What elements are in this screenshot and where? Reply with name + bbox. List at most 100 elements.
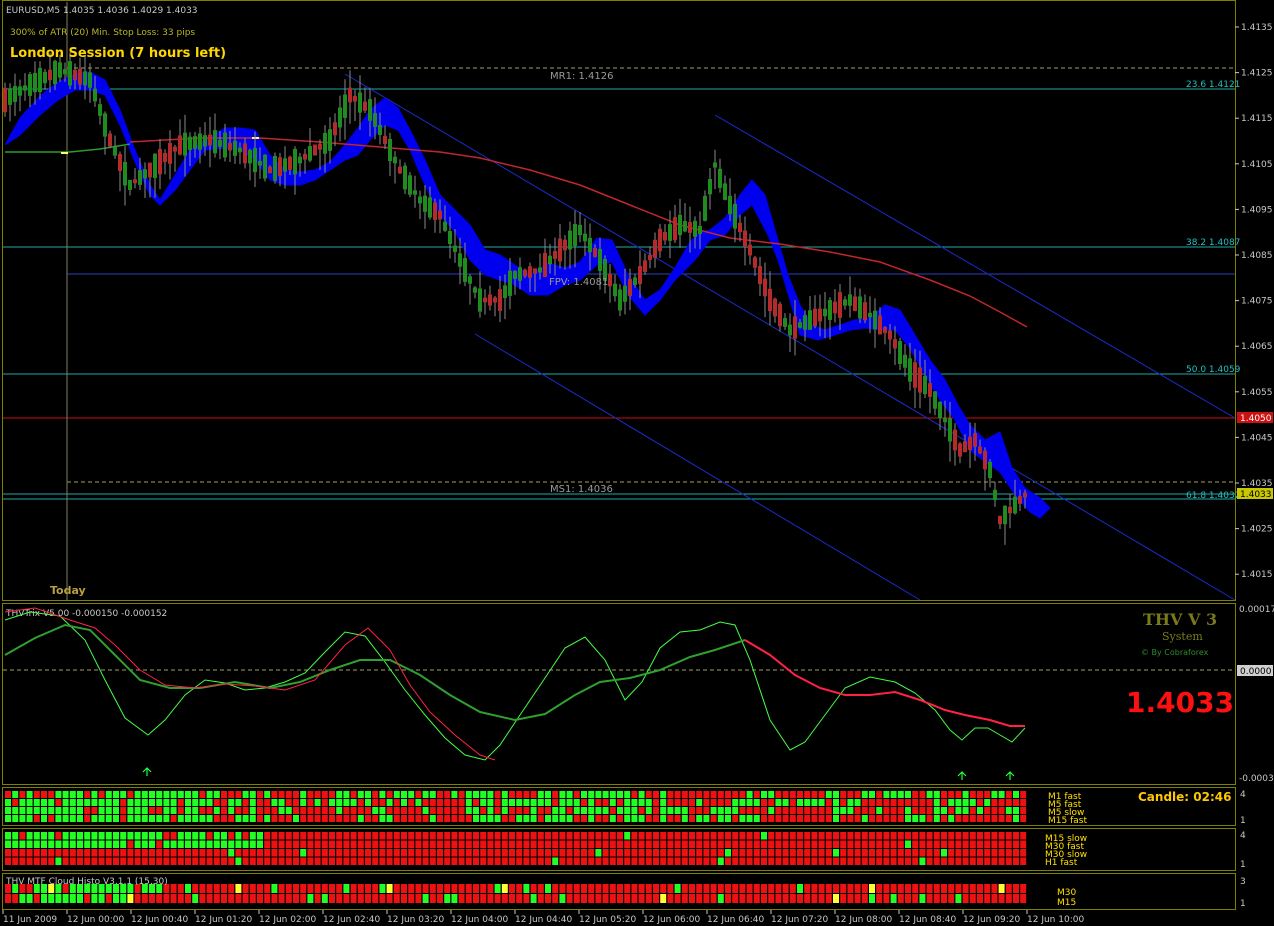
matrix-cell [1005, 807, 1012, 814]
matrix-cell [257, 857, 263, 865]
candle-body [63, 69, 67, 75]
matrix-cell [933, 840, 940, 848]
matrix-cell [170, 857, 177, 865]
matrix-cell [897, 815, 904, 822]
matrix-cell [213, 894, 220, 903]
matrix-cell [955, 884, 962, 893]
matrix-cell [393, 815, 400, 822]
matrix-cell [854, 799, 861, 806]
matrix-cell [962, 807, 969, 814]
matrix-cell [797, 857, 803, 865]
matrix-cell [55, 894, 62, 903]
matrix-cell [408, 849, 415, 857]
matrix-cell [761, 799, 767, 806]
matrix-cell [422, 849, 429, 857]
matrix-1-axis-bottom: 1 [1240, 816, 1246, 826]
matrix-cell [206, 840, 213, 848]
matrix-cell [213, 807, 220, 814]
matrix-cell [537, 807, 544, 814]
matrix-cell [602, 884, 609, 893]
matrix-cell [818, 832, 825, 840]
candle-body [493, 297, 497, 303]
matrix-cell [775, 791, 782, 798]
matrix-cell [372, 807, 379, 814]
matrix-cell [84, 832, 91, 840]
trading-chart[interactable]: 1.41351.41251.41151.41051.40951.40851.40… [0, 0, 1274, 926]
matrix-cell [185, 807, 191, 814]
matrix-cell [422, 799, 429, 806]
candle-body [648, 254, 652, 261]
candle-body [883, 327, 887, 333]
brand-subtitle: System [1162, 630, 1203, 643]
time-tick-label: 12 Jun 01:20 [195, 915, 252, 925]
matrix-cell [487, 884, 494, 893]
matrix-cell [890, 791, 897, 798]
matrix-cell [501, 799, 508, 806]
candle-body [113, 146, 117, 156]
matrix-cell [941, 840, 947, 848]
matrix-cell [825, 791, 832, 798]
matrix-cell [156, 791, 163, 798]
matrix-cell [818, 894, 825, 903]
candle-body [73, 69, 77, 81]
trix-slow-line [4, 623, 746, 722]
matrix-cell [141, 799, 148, 806]
matrix-cell [343, 894, 350, 903]
matrix-cell [487, 815, 494, 822]
matrix-cell [573, 832, 580, 840]
matrix-cell [710, 857, 717, 865]
matrix-cell [876, 807, 883, 814]
candle-body [663, 232, 667, 241]
matrix-cell [782, 849, 789, 857]
matrix-cell [5, 894, 11, 903]
matrix-cell [797, 832, 803, 840]
matrix-cell [77, 815, 83, 822]
matrix-cell [113, 799, 119, 806]
matrix-cell [847, 815, 854, 822]
candle-body [698, 225, 702, 235]
matrix-cell [595, 791, 602, 798]
matrix-cell [660, 799, 667, 806]
trix-axis-top: 0.000175 [1239, 605, 1274, 615]
matrix-cell [746, 807, 753, 814]
candle-body [523, 269, 527, 277]
matrix-cell [689, 857, 695, 865]
candle-body [733, 203, 737, 229]
brand-title: THV V 3 [1143, 610, 1217, 629]
candle-body [428, 197, 432, 218]
matrix-cell [55, 840, 62, 848]
matrix-cell [271, 799, 278, 806]
matrix-cell [62, 791, 69, 798]
matrix-cell [732, 815, 739, 822]
candle-body [463, 258, 467, 282]
matrix-cell [840, 849, 847, 857]
matrix-cell [221, 840, 227, 848]
matrix-cell [523, 840, 530, 848]
matrix-cell [984, 857, 991, 865]
matrix-cell [739, 815, 746, 822]
candle-body [728, 195, 732, 215]
matrix-cell [696, 832, 703, 840]
matrix-cell [660, 807, 667, 814]
candle-body [68, 61, 72, 86]
matrix-cell [818, 884, 825, 893]
matrix-cell [969, 884, 976, 893]
matrix-cell [242, 840, 249, 848]
matrix-cell [689, 807, 695, 814]
matrix-cell [336, 884, 343, 893]
candle-body [578, 224, 582, 236]
matrix-cell [624, 840, 631, 848]
matrix-cell [393, 857, 400, 865]
matrix-cell [696, 884, 703, 893]
matrix-cell [235, 791, 242, 798]
matrix-cell [746, 799, 753, 806]
matrix-cell [869, 894, 875, 903]
matrix-cell [645, 807, 652, 814]
matrix-cell [62, 849, 69, 857]
matrix-cell [941, 884, 947, 893]
matrix-cell [408, 807, 415, 814]
matrix-cell [329, 884, 335, 893]
matrix-cell [429, 894, 436, 903]
candle-body [88, 72, 92, 88]
candle-body [593, 247, 597, 258]
